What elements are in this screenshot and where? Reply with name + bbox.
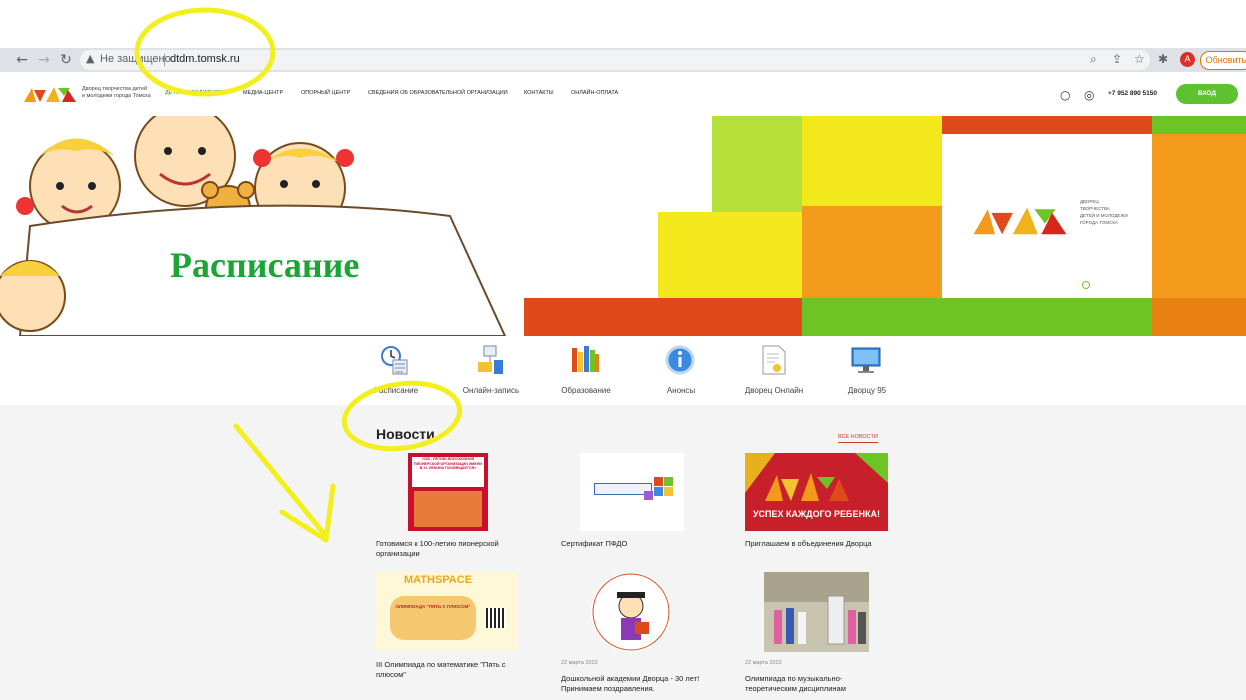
tile-online-signup[interactable]: Онлайн-запись bbox=[436, 342, 546, 402]
news-image-mathspace[interactable]: MATHSPACE ОЛИМПИАДА "ПЯТЬ С ПЛЮСОМ" bbox=[376, 572, 517, 650]
insecure-label: Не защищено bbox=[100, 53, 171, 65]
dtdm-logo[interactable] bbox=[22, 84, 78, 104]
news-image-academy[interactable] bbox=[591, 572, 671, 652]
forward-icon[interactable]: → bbox=[36, 52, 52, 68]
hero-block-lime bbox=[712, 116, 802, 212]
news-caption[interactable]: III Олимпиада по математике "Пять с плюс… bbox=[376, 660, 521, 680]
news-image-pfdo[interactable] bbox=[580, 453, 684, 531]
url-text[interactable]: dtdm.tomsk.ru bbox=[170, 53, 240, 65]
logo-caption-line1: Дворец творчества детей bbox=[82, 86, 148, 92]
logo-caption: Дворец творчества детей и молодежи город… bbox=[82, 86, 162, 100]
pfdo-block bbox=[664, 487, 673, 496]
tile-schedule[interactable]: Расписание bbox=[341, 342, 451, 402]
news-section bbox=[0, 405, 1246, 700]
invite-slogan: УСПЕХ КАЖДОГО РЕБЕНКА! bbox=[752, 509, 881, 519]
hero-caption-line: ТВОРЧЕСТВА bbox=[1080, 206, 1110, 211]
hero-block-green bbox=[802, 298, 1152, 336]
news-image-photo bbox=[414, 491, 482, 527]
hero-schedule-banner[interactable] bbox=[0, 116, 520, 336]
accessibility-icon[interactable]: ◎ bbox=[1084, 88, 1094, 102]
hero-dtdm-logo bbox=[973, 207, 1067, 235]
document-icon bbox=[762, 345, 786, 375]
news-caption[interactable]: Сертификат ПФДО bbox=[561, 539, 706, 549]
hero-block-orange-bottom bbox=[1152, 298, 1246, 336]
menu-org-info[interactable]: СВЕДЕНИЯ ОБ ОБРАЗОВАТЕЛЬНОЙ ОРГАНИЗАЦИИ bbox=[368, 90, 508, 96]
zoom-icon[interactable]: ⌕ bbox=[1090, 52, 1097, 67]
menu-support-center[interactable]: ОПОРНЫЙ ЦЕНТР bbox=[301, 90, 350, 96]
news-date: 22 марта 2022 bbox=[745, 660, 782, 666]
update-button[interactable]: Обновить bbox=[1200, 51, 1246, 70]
olympiad-badge-text: ОЛИМПИАДА "ПЯТЬ С ПЛЮСОМ" bbox=[395, 604, 471, 609]
tile-label: Дворцу 95 bbox=[847, 386, 887, 395]
reload-icon[interactable]: ↻ bbox=[58, 52, 74, 68]
hero-caption-line: ДВОРЕЦ bbox=[1080, 199, 1099, 204]
pfdo-block bbox=[644, 491, 653, 500]
news-caption[interactable]: Дошкольной академии Дворца - 30 лет! При… bbox=[561, 674, 706, 694]
tile-palace-95[interactable]: Дворцу 95 bbox=[812, 342, 922, 402]
news-image-invite[interactable]: УСПЕХ КАЖДОГО РЕБЕНКА! bbox=[745, 453, 888, 531]
music-photo bbox=[764, 572, 869, 645]
qr-code bbox=[486, 608, 506, 628]
star-icon[interactable]: ☆ bbox=[1134, 52, 1145, 66]
news-caption[interactable]: Приглашаем в объединения Дворца bbox=[745, 539, 890, 549]
hero-caption-line: ДЕТЕЙ И МОЛОДЕЖИ bbox=[1080, 213, 1128, 218]
address-bar[interactable]: ▲ Не защищено dtdm.tomsk.ru bbox=[80, 50, 1150, 70]
hero-block-green-top bbox=[1152, 116, 1246, 134]
news-image-pioneer[interactable]: «100 - ЛЕТИЮ ВСЕСОЮЗНОЙ ПИОНЕРСКОЙ ОРГАН… bbox=[408, 453, 488, 531]
olympiad-badge: ОЛИМПИАДА "ПЯТЬ С ПЛЮСОМ" bbox=[390, 596, 476, 640]
address-separator bbox=[164, 54, 165, 66]
news-date: 22 марта 2022 bbox=[561, 660, 598, 666]
all-news-link[interactable]: ВСЕ НОВОСТИ bbox=[838, 434, 878, 443]
menu-media-center[interactable]: МЕДИА-ЦЕНТР bbox=[243, 90, 283, 96]
schedule-icon bbox=[381, 346, 408, 375]
tile-label: Онлайн-запись bbox=[462, 386, 520, 395]
phone-number[interactable]: +7 952 890 5150 bbox=[1108, 90, 1157, 97]
monitor-icon bbox=[851, 347, 881, 373]
profile-avatar[interactable]: A bbox=[1180, 52, 1195, 67]
pfdo-block bbox=[654, 477, 663, 486]
news-caption[interactable]: Готовимся к 100-летию пионерской организ… bbox=[376, 539, 521, 559]
hero-block-yellow-low bbox=[658, 212, 802, 298]
hero-block-yellow bbox=[802, 116, 942, 206]
menu-online-payment[interactable]: ОНЛАЙН-ОПЛАТА bbox=[571, 90, 618, 96]
news-caption[interactable]: Олимпиада по музыкально-теоретическим ди… bbox=[745, 674, 890, 694]
extensions-icon[interactable]: ✱ bbox=[1158, 52, 1168, 66]
back-icon[interactable]: ← bbox=[14, 52, 30, 68]
hero-block-orange bbox=[802, 206, 942, 298]
news-title: Новости bbox=[376, 426, 435, 442]
share-icon[interactable]: ⇪ bbox=[1112, 52, 1122, 66]
tile-education[interactable]: Образование bbox=[531, 342, 641, 402]
top-margin bbox=[0, 0, 1246, 48]
hero-brand-caption: ДВОРЕЦ ТВОРЧЕСТВА ДЕТЕЙ И МОЛОДЕЖИ ГОРОД… bbox=[1080, 198, 1128, 226]
login-button[interactable]: ВХОД bbox=[1176, 84, 1238, 104]
education-icon bbox=[572, 346, 599, 372]
news-image-text: «100 - ЛЕТИЮ ВСЕСОЮЗНОЙ ПИОНЕРСКОЙ ОРГАН… bbox=[412, 457, 484, 487]
menu-contacts[interactable]: КОНТАКТЫ bbox=[524, 90, 554, 96]
hero-block-orange-right bbox=[1152, 134, 1246, 298]
hero-title: Расписание bbox=[170, 245, 360, 285]
hero-block-red-top bbox=[942, 116, 1152, 134]
logo-caption-line2: и молодежи города Томска bbox=[82, 93, 151, 99]
hero-logo-panel: ДВОРЕЦ ТВОРЧЕСТВА ДЕТЕЙ И МОЛОДЕЖИ ГОРОД… bbox=[942, 134, 1152, 298]
pfdo-block bbox=[664, 477, 673, 486]
warning-icon: ▲ bbox=[86, 52, 95, 65]
pfdo-block bbox=[654, 487, 663, 496]
search-icon[interactable]: ○ bbox=[1060, 88, 1070, 102]
children-illustration bbox=[0, 116, 507, 336]
tile-label: Образование bbox=[561, 386, 611, 395]
hero-caption-line: ГОРОДА ТОМСКА bbox=[1080, 220, 1118, 225]
tile-label: Расписание bbox=[373, 386, 419, 395]
slider-dot[interactable] bbox=[1082, 281, 1090, 289]
online-signup-icon bbox=[478, 345, 503, 374]
menu-children-parents[interactable]: ДЕТЯМ И РОДИТЕЛЯМ bbox=[165, 90, 226, 96]
news-image-music[interactable] bbox=[764, 572, 869, 652]
mathspace-logo: MATHSPACE bbox=[404, 574, 473, 586]
hero-block-red bbox=[524, 298, 802, 336]
invite-graphic bbox=[745, 453, 888, 501]
info-icon bbox=[665, 345, 695, 375]
academy-emblem bbox=[592, 573, 670, 651]
